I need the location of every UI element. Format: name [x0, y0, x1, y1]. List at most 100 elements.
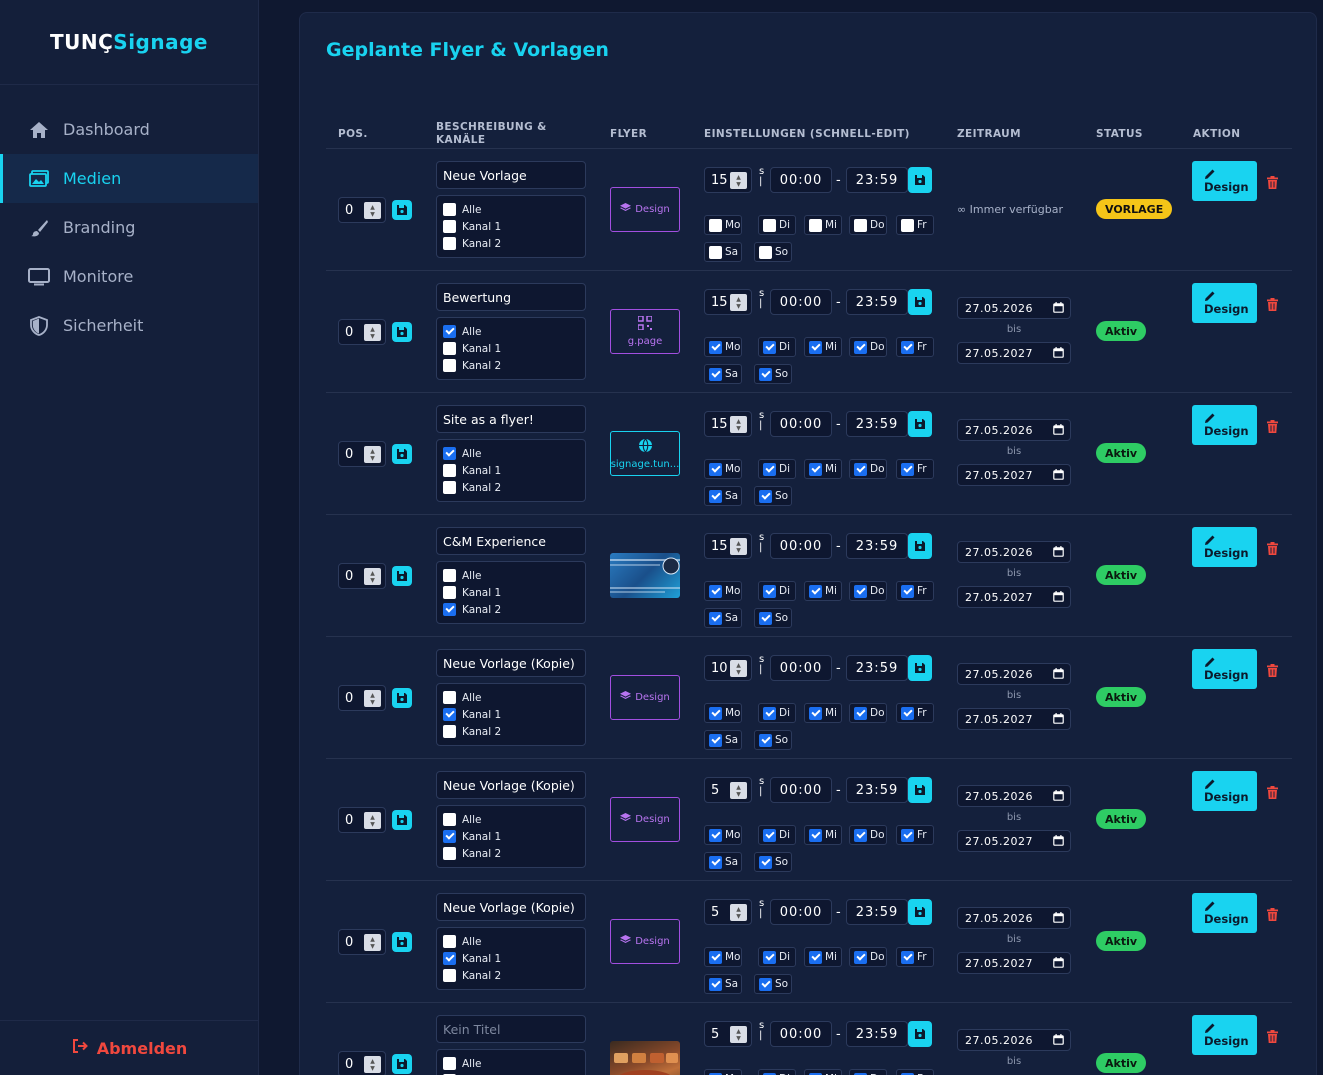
- save-position-button[interactable]: [392, 322, 412, 342]
- day-checkbox-do[interactable]: Do: [849, 581, 887, 601]
- design-button[interactable]: Design: [1192, 649, 1257, 689]
- day-checkbox-so[interactable]: So: [754, 730, 792, 750]
- delete-button[interactable]: [1267, 784, 1278, 803]
- calendar-icon[interactable]: [1053, 424, 1064, 438]
- end-time-input[interactable]: 23:59: [846, 289, 908, 315]
- duration-input[interactable]: 15 ▲ ▼: [704, 167, 752, 193]
- checkbox[interactable]: [854, 584, 867, 598]
- save-settings-button[interactable]: [908, 777, 932, 803]
- save-position-button[interactable]: [392, 444, 412, 464]
- end-time-input[interactable]: 23:59: [846, 655, 908, 681]
- spinner-icon[interactable]: ▲ ▼: [730, 538, 747, 555]
- design-button[interactable]: Design: [1192, 527, 1257, 567]
- day-checkbox-mi[interactable]: Mi: [804, 703, 842, 723]
- day-checkbox-mo[interactable]: Mo: [704, 215, 742, 235]
- checkbox[interactable]: [854, 340, 867, 354]
- spinner-icon[interactable]: ▲ ▼: [730, 660, 747, 677]
- checkbox[interactable]: [763, 462, 776, 476]
- duration-input[interactable]: 15 ▲ ▼: [704, 533, 752, 559]
- date-from-input[interactable]: 27.05.2026: [957, 297, 1071, 319]
- flyer-image-thumbnail[interactable]: [610, 1041, 680, 1075]
- design-button[interactable]: Design: [1192, 771, 1257, 811]
- day-checkbox-sa[interactable]: Sa: [704, 486, 742, 506]
- design-button[interactable]: Design: [1192, 405, 1257, 445]
- day-checkbox-mo[interactable]: Mo: [704, 459, 742, 479]
- day-checkbox-mi[interactable]: Mi: [804, 581, 842, 601]
- checkbox[interactable]: [443, 447, 456, 460]
- save-settings-button[interactable]: [908, 655, 932, 681]
- day-checkbox-fr[interactable]: Fr: [896, 1069, 934, 1075]
- channel-option-alle[interactable]: Alle: [443, 445, 579, 462]
- checkbox[interactable]: [709, 245, 722, 259]
- position-input[interactable]: 0 ▲ ▼: [338, 319, 386, 345]
- day-checkbox-so[interactable]: So: [754, 242, 792, 262]
- position-input[interactable]: 0 ▲ ▼: [338, 685, 386, 711]
- end-time-input[interactable]: 23:59: [846, 777, 908, 803]
- flyer-design-preview[interactable]: Design: [610, 187, 680, 232]
- day-checkbox-do[interactable]: Do: [849, 947, 887, 967]
- delete-button[interactable]: [1267, 662, 1278, 681]
- day-checkbox-fr[interactable]: Fr: [896, 581, 934, 601]
- channel-option-kanal-1[interactable]: Kanal 1: [443, 584, 579, 601]
- description-input[interactable]: Kein Titel: [436, 1015, 586, 1043]
- save-position-button[interactable]: [392, 810, 412, 830]
- calendar-icon[interactable]: [1053, 790, 1064, 804]
- end-time-input[interactable]: 23:59: [846, 411, 908, 437]
- date-from-input[interactable]: 27.05.2026: [957, 419, 1071, 441]
- save-position-button[interactable]: [392, 200, 412, 220]
- checkbox[interactable]: [809, 584, 822, 598]
- day-checkbox-di[interactable]: Di: [758, 1069, 796, 1075]
- spinner-icon[interactable]: ▲ ▼: [364, 690, 381, 707]
- date-to-input[interactable]: 27.05.2027: [957, 952, 1071, 974]
- checkbox[interactable]: [709, 977, 722, 991]
- date-from-input[interactable]: 27.05.2026: [957, 907, 1071, 929]
- checkbox[interactable]: [709, 611, 722, 625]
- description-input[interactable]: Neue Vorlage (Kopie): [436, 893, 586, 921]
- start-time-input[interactable]: 00:00: [770, 533, 832, 559]
- delete-button[interactable]: [1267, 418, 1278, 437]
- day-checkbox-do[interactable]: Do: [849, 337, 887, 357]
- day-checkbox-sa[interactable]: Sa: [704, 730, 742, 750]
- start-time-input[interactable]: 00:00: [770, 289, 832, 315]
- checkbox[interactable]: [443, 603, 456, 616]
- position-input[interactable]: 0 ▲ ▼: [338, 929, 386, 955]
- spinner-icon[interactable]: ▲ ▼: [730, 904, 747, 921]
- channel-option-kanal-1[interactable]: Kanal 1: [443, 218, 579, 235]
- checkbox[interactable]: [759, 489, 772, 503]
- checkbox[interactable]: [809, 828, 822, 842]
- channel-option-alle[interactable]: Alle: [443, 567, 579, 584]
- spinner-icon[interactable]: ▲ ▼: [364, 568, 381, 585]
- design-button[interactable]: Design: [1192, 893, 1257, 933]
- checkbox[interactable]: [901, 706, 914, 720]
- checkbox[interactable]: [901, 462, 914, 476]
- checkbox[interactable]: [759, 977, 772, 991]
- day-checkbox-sa[interactable]: Sa: [704, 608, 742, 628]
- date-to-input[interactable]: 27.05.2027: [957, 586, 1071, 608]
- day-checkbox-mo[interactable]: Mo: [704, 703, 742, 723]
- calendar-icon[interactable]: [1053, 957, 1064, 971]
- start-time-input[interactable]: 00:00: [770, 1021, 832, 1047]
- channel-option-alle[interactable]: Alle: [443, 811, 579, 828]
- sidebar-item-medien[interactable]: Medien: [0, 154, 258, 203]
- calendar-icon[interactable]: [1053, 347, 1064, 361]
- day-checkbox-fr[interactable]: Fr: [896, 215, 934, 235]
- save-position-button[interactable]: [392, 932, 412, 952]
- channel-option-kanal-2[interactable]: Kanal 2: [443, 723, 579, 740]
- channel-option-kanal-2[interactable]: Kanal 2: [443, 845, 579, 862]
- design-button[interactable]: Design: [1192, 1015, 1257, 1055]
- position-input[interactable]: 0 ▲ ▼: [338, 1051, 386, 1075]
- checkbox[interactable]: [443, 847, 456, 860]
- end-time-input[interactable]: 23:59: [846, 167, 908, 193]
- checkbox[interactable]: [709, 462, 722, 476]
- checkbox[interactable]: [443, 237, 456, 250]
- description-input[interactable]: Neue Vorlage: [436, 161, 586, 189]
- save-settings-button[interactable]: [908, 167, 932, 193]
- end-time-input[interactable]: 23:59: [846, 1021, 908, 1047]
- day-checkbox-mi[interactable]: Mi: [804, 947, 842, 967]
- channel-option-kanal-1[interactable]: Kanal 1: [443, 828, 579, 845]
- save-position-button[interactable]: [392, 566, 412, 586]
- duration-input[interactable]: 5 ▲ ▼: [704, 899, 752, 925]
- start-time-input[interactable]: 00:00: [770, 411, 832, 437]
- day-checkbox-sa[interactable]: Sa: [704, 242, 742, 262]
- channel-option-kanal-2[interactable]: Kanal 2: [443, 357, 579, 374]
